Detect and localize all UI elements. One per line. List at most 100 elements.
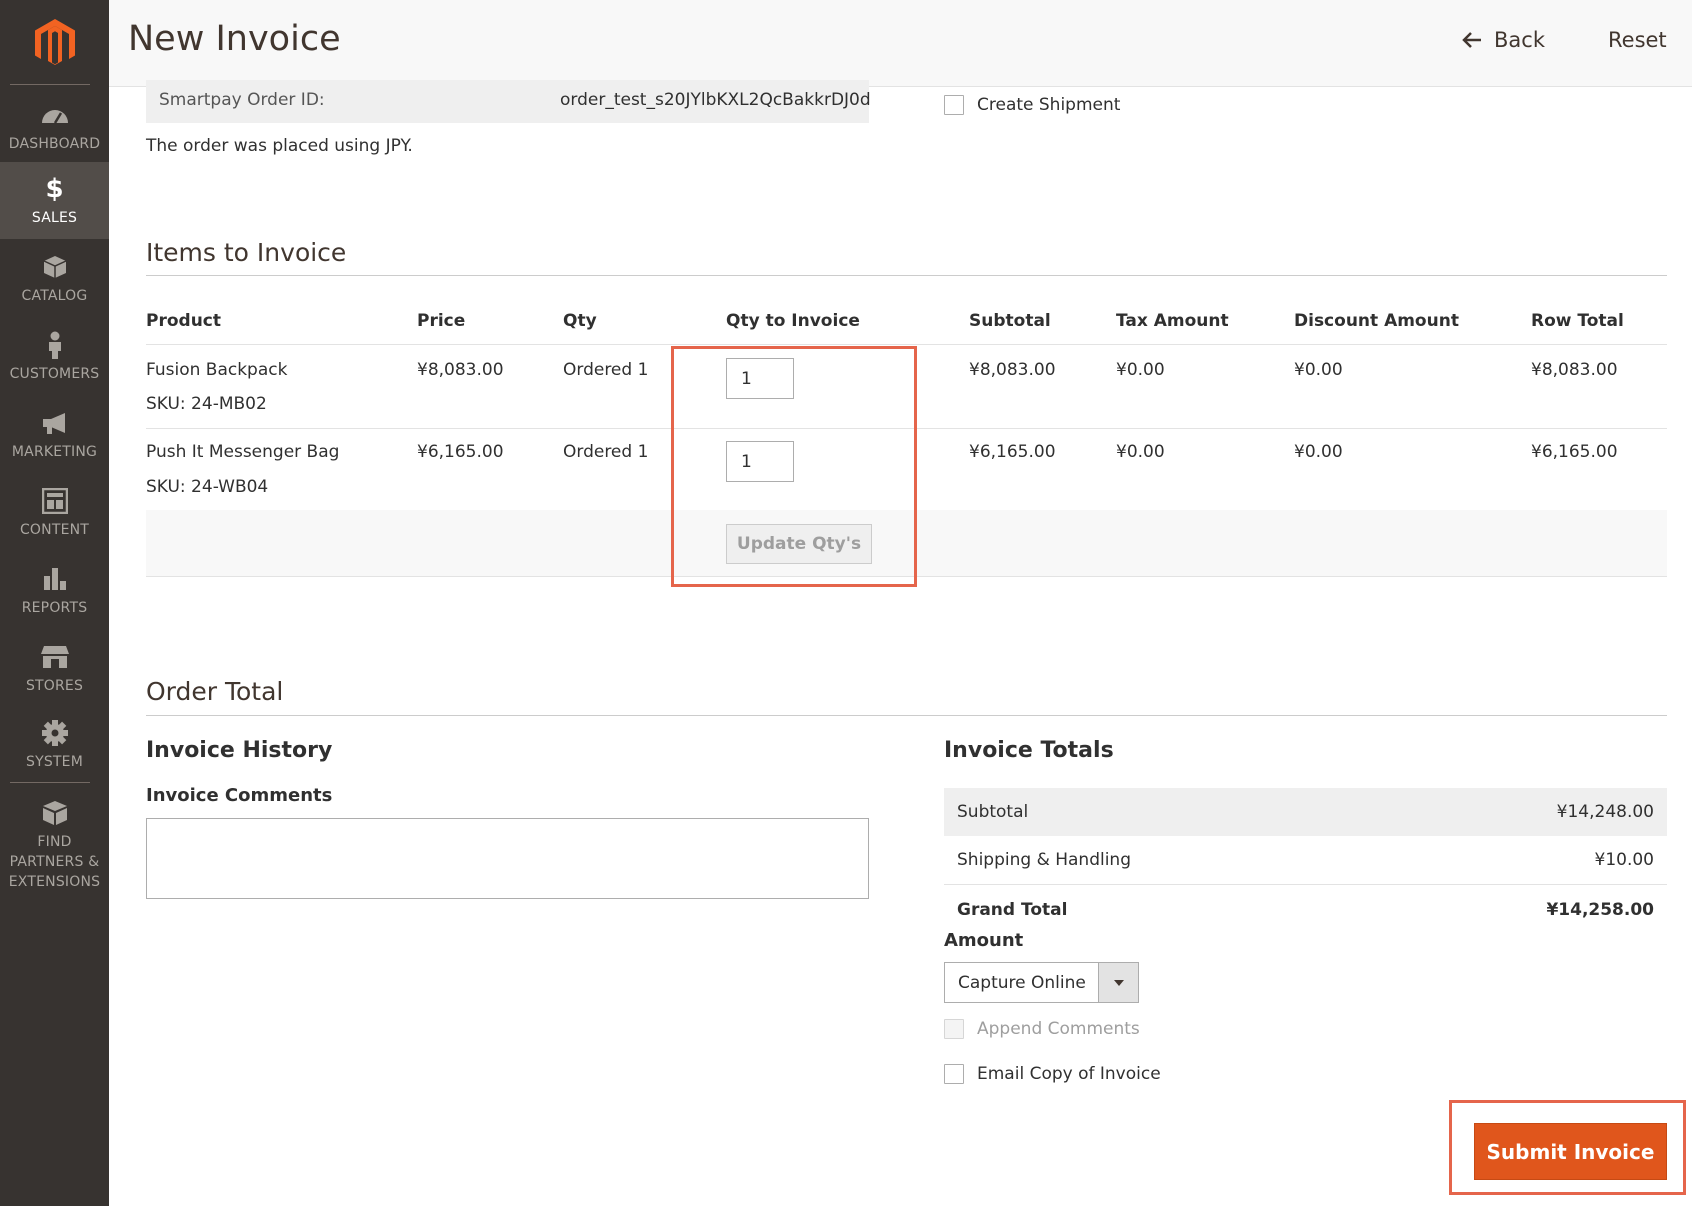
qty-to-invoice-input[interactable] [726,358,794,399]
col-header-product: Product [146,311,221,331]
totals-subtotal-row: Subtotal ¥14,248.00 [944,788,1667,836]
section-divider [146,275,1667,276]
row-divider [146,428,1667,429]
sidebar-item-catalog[interactable]: CATALOG [0,240,109,317]
col-header-discount: Discount Amount [1294,311,1459,331]
append-comments-label: Append Comments [977,1019,1140,1039]
sidebar-item-label: STORES [25,677,84,694]
amount-label: Amount [944,930,1024,951]
sidebar-divider [10,84,90,85]
sidebar-item-label: EXTENSIONS [8,874,101,890]
smartpay-order-id: order_test_s20JYlbKXL2QcBakkrDJ0d [560,90,871,110]
product-price: ¥8,083.00 [417,360,504,380]
product-qty: Ordered 1 [563,360,649,380]
sidebar-item-label: REPORTS [21,599,88,616]
sidebar-item-label: PARTNERS & [9,854,100,870]
smartpay-order-label: Smartpay Order ID: [159,90,325,110]
qty-to-invoice-input[interactable] [726,441,794,482]
totals-grand-row: Grand Total ¥14,258.00 [944,886,1667,926]
email-copy-label: Email Copy of Invoice [977,1064,1161,1084]
section-divider [146,715,1667,716]
smartpay-order-row: Smartpay Order ID: order_test_s20JYlbKXL… [146,80,871,123]
sidebar-item-customers[interactable]: CUSTOMERS [0,318,109,395]
product-name: Push It Messenger Bag [146,442,340,462]
product-discount: ¥0.00 [1294,442,1343,462]
box-icon [40,252,70,282]
currency-note: The order was placed using JPY. [146,136,413,156]
amount-select-value: Capture Online [958,973,1086,993]
order-total-title: Order Total [146,677,284,706]
product-price: ¥6,165.00 [417,442,504,462]
sidebar-item-label: CATALOG [21,287,88,304]
shipping-value: ¥10.00 [1594,850,1654,870]
product-row-total: ¥6,165.00 [1531,442,1618,462]
subtotal-label: Subtotal [957,802,1029,822]
shipping-label: Shipping & Handling [957,850,1132,870]
back-button[interactable]: Back [1462,24,1545,56]
subtotal-value: ¥14,248.00 [1556,802,1654,822]
invoice-comments-textarea[interactable] [146,818,869,899]
back-button-label: Back [1494,28,1545,52]
page-title: New Invoice [128,19,341,59]
product-sku: SKU: 24-WB04 [146,477,269,497]
arrow-left-icon [1462,32,1481,48]
bar-chart-icon [40,564,70,594]
product-tax: ¥0.00 [1116,442,1165,462]
sidebar-item-stores[interactable]: STORES [0,630,109,707]
product-row-total: ¥8,083.00 [1531,360,1618,380]
dollar-icon: $ [45,173,64,204]
update-qty-row [146,510,1667,577]
sidebar-item-label: MARKETING [11,443,98,460]
sidebar-item-label: FIND [37,834,72,850]
sidebar-item-sales[interactable]: $ SALES [0,162,109,239]
sidebar-item-content[interactable]: CONTENT [0,474,109,551]
invoice-comments-label: Invoice Comments [146,785,333,806]
magento-logo[interactable] [0,0,109,86]
col-header-price: Price [417,311,466,331]
dashboard-icon [40,100,70,130]
product-subtotal: ¥6,165.00 [969,442,1056,462]
sidebar-item-label: CONTENT [19,521,90,538]
sidebar-item-reports[interactable]: REPORTS [0,552,109,629]
sidebar-item-label: SALES [31,209,78,226]
product-subtotal: ¥8,083.00 [969,360,1056,380]
totals-shipping-row: Shipping & Handling ¥10.00 [944,836,1667,885]
col-header-tax: Tax Amount [1116,311,1229,331]
sidebar-item-label: SYSTEM [25,753,83,770]
sidebar-item-dashboard[interactable]: DASHBOARD [0,88,109,165]
sidebar-divider [10,782,90,783]
invoice-totals-title: Invoice Totals [944,738,1114,763]
grand-total-label: Grand Total [957,900,1068,920]
col-header-qty: Qty [563,311,597,331]
submit-invoice-button[interactable]: Submit Invoice [1474,1123,1667,1180]
col-header-subtotal: Subtotal [969,311,1051,331]
sidebar-item-label: CUSTOMERS [9,365,100,382]
blocks-icon [40,798,70,828]
admin-sidebar: DASHBOARD $ SALES CATALOG CUSTOMERS MARK… [0,0,109,1206]
storefront-icon [40,642,70,672]
product-qty: Ordered 1 [563,442,649,462]
product-sku: SKU: 24-MB02 [146,394,267,414]
append-comments-checkbox[interactable] [944,1019,964,1039]
email-copy-checkbox[interactable] [944,1064,964,1084]
update-qtys-button[interactable]: Update Qty's [726,524,872,564]
megaphone-icon [40,408,70,438]
sidebar-item-system[interactable]: SYSTEM [0,706,109,783]
sidebar-item-find-partners[interactable]: FIND PARTNERS & EXTENSIONS [0,790,109,900]
gear-icon [40,718,70,748]
sidebar-item-marketing[interactable]: MARKETING [0,396,109,473]
product-name: Fusion Backpack [146,360,288,380]
chevron-down-icon [1098,963,1138,1002]
product-tax: ¥0.00 [1116,360,1165,380]
person-icon [40,330,70,360]
grand-total-value: ¥14,258.00 [1546,900,1654,920]
layout-icon [40,486,70,516]
product-discount: ¥0.00 [1294,360,1343,380]
reset-button[interactable]: Reset [1608,24,1667,56]
create-shipment-checkbox[interactable] [944,95,964,115]
amount-select[interactable]: Capture Online [944,962,1139,1003]
page-header: New Invoice Back Reset [109,0,1692,87]
invoice-history-title: Invoice History [146,738,333,763]
magento-logo-icon [34,19,75,65]
col-header-qty-to-invoice: Qty to Invoice [726,311,860,331]
